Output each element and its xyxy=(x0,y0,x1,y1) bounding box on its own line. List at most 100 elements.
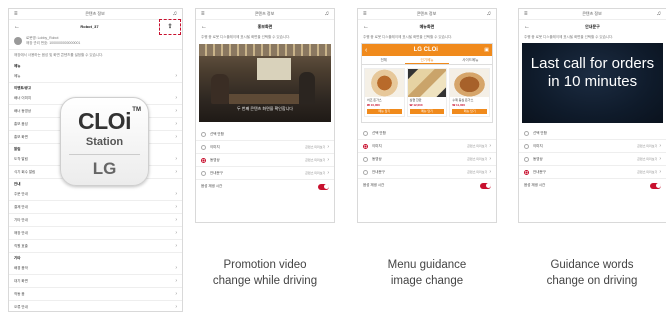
back-arrow-icon[interactable]: ← xyxy=(524,24,530,30)
back-arrow-icon[interactable]: ← xyxy=(363,24,369,30)
menu-icon[interactable]: ≡ xyxy=(363,11,367,17)
bell-icon[interactable]: ♫ xyxy=(173,11,178,17)
robot-avatar xyxy=(14,37,22,45)
radio-button[interactable] xyxy=(524,156,529,162)
person-left xyxy=(211,74,229,104)
list-item-label: 식기 회수 알림 xyxy=(14,169,36,174)
list-item[interactable]: 매장 안내 › xyxy=(9,227,182,240)
caption-menu-guidance: Menu guidance image change xyxy=(357,257,497,289)
list-item[interactable]: 대기 화면 › xyxy=(9,275,182,288)
info-text: 주행 중 로봇 디스플레이에 표시될 화면을 선택할 수 있습니다. xyxy=(201,35,291,39)
upload-button[interactable]: ⇪ xyxy=(158,18,181,35)
chevron-right-icon: › xyxy=(175,265,177,271)
caption-line: image change xyxy=(390,275,464,287)
bell-icon[interactable]: ♫ xyxy=(487,11,492,17)
option-row[interactable]: 안내문구 콘텐츠 미리보기 › xyxy=(196,167,334,180)
tab-side[interactable]: 사이드메뉴 xyxy=(449,56,492,64)
radio-button[interactable] xyxy=(363,156,368,162)
chevron-left-icon: ‹ xyxy=(365,46,368,54)
radio-button[interactable] xyxy=(363,169,368,175)
radio-button[interactable] xyxy=(201,144,206,150)
list-item[interactable]: 오류 안내 › xyxy=(9,301,182,311)
menu-icon[interactable]: ≡ xyxy=(201,11,205,17)
voice-toggle[interactable] xyxy=(480,182,491,189)
chevron-right-icon: › xyxy=(175,121,177,127)
option-row[interactable]: 선택 안함 xyxy=(519,127,666,140)
food-card[interactable]: 수제 등심 돈가스 ₩ 11,000 메뉴 담기 xyxy=(449,68,491,117)
list-item[interactable]: 배경 음악 › xyxy=(9,262,182,275)
radio-button-selected[interactable] xyxy=(524,169,529,175)
menu-tabs: 전체 인기메뉴 사이드메뉴 xyxy=(362,56,492,65)
option-label: 동영상 xyxy=(210,157,220,162)
robot-sub: 매장 관리 번호: 1000000000000001 xyxy=(26,41,81,45)
brand-name: CLOi xyxy=(78,108,131,134)
list-item[interactable]: 결제 안내 › xyxy=(9,201,182,214)
list-item[interactable]: 직원 호출 › xyxy=(9,240,182,253)
radio-button-selected[interactable] xyxy=(201,157,206,163)
tab-popular[interactable]: 인기메뉴 xyxy=(405,56,449,64)
add-menu-button[interactable]: 메뉴 담기 xyxy=(409,109,445,114)
radio-button[interactable] xyxy=(363,130,368,136)
radio-button[interactable] xyxy=(524,143,529,149)
voice-toggle[interactable] xyxy=(650,182,661,189)
menu-icon[interactable]: ≡ xyxy=(524,11,528,17)
bell-icon[interactable]: ♫ xyxy=(657,11,662,17)
option-row[interactable]: 안내문구 콘텐츠 미리보기 › xyxy=(519,166,666,179)
radio-button[interactable] xyxy=(201,170,206,176)
info-text: 주행 중 로봇 디스플레이에 표시될 화면을 선택할 수 있습니다. xyxy=(524,35,614,39)
menu-icon[interactable]: ≡ xyxy=(14,11,18,17)
menu-screen-preview[interactable]: ‹ LG CLOi ▣ 전체 인기메뉴 사이드메뉴 치즈 돈가스 ₩ 10,00… xyxy=(361,43,493,123)
trademark: TM xyxy=(132,107,141,113)
food-card[interactable]: 삼겹 한판 ₩ 12,000 메뉴 담기 xyxy=(406,68,448,117)
status-bar: ≡ 콘텐츠 정보 ♫ xyxy=(358,9,496,20)
option-value: 콘텐츠 미리보기 xyxy=(637,157,658,161)
option-row[interactable]: 안내문구 콘텐츠 미리보기 › xyxy=(358,166,496,179)
person-right xyxy=(299,72,315,104)
option-row[interactable]: 동영상 콘텐츠 미리보기 › xyxy=(358,153,496,166)
list-item[interactable]: 작동 음 › xyxy=(9,288,182,301)
list-item-label: 홍보 음성 xyxy=(14,121,28,126)
nav-title: 홍보화면 xyxy=(257,23,273,29)
radio-button[interactable] xyxy=(524,130,529,136)
add-menu-button[interactable]: 메뉴 담기 xyxy=(452,109,488,114)
voice-toggle[interactable] xyxy=(318,183,329,190)
nav-title: 메뉴화면 xyxy=(419,23,435,29)
radio-button-selected[interactable] xyxy=(363,143,368,149)
option-row[interactable]: 이미지 콘텐츠 미리보기 › xyxy=(196,141,334,154)
guidance-screen-preview[interactable]: Last call for orders in 10 minutes xyxy=(522,43,663,123)
option-value: 콘텐츠 미리보기 xyxy=(467,144,488,148)
back-arrow-icon[interactable]: ← xyxy=(201,24,207,30)
list-item[interactable]: 기타 안내 › xyxy=(9,214,182,227)
option-label: 선택 안함 xyxy=(372,130,386,135)
option-row[interactable]: 이미지 콘텐츠 미리보기 › xyxy=(519,140,666,153)
food-card[interactable]: 치즈 돈가스 ₩ 10,000 메뉴 담기 xyxy=(364,68,405,117)
list-item-label: 결제 안내 xyxy=(14,204,28,209)
status-title: 콘텐츠 정보 xyxy=(254,11,275,16)
option-value: 콘텐츠 미리보기 xyxy=(305,171,326,175)
radio-button[interactable] xyxy=(201,131,206,137)
add-menu-button[interactable]: 메뉴 담기 xyxy=(367,109,402,114)
back-arrow-icon[interactable]: ← xyxy=(14,24,20,30)
tab-all[interactable]: 전체 xyxy=(362,56,405,64)
promotion-video-preview[interactable]: 두 번째 콘텐츠 화면을 확인합니다 xyxy=(199,44,331,122)
option-row[interactable]: 선택 안함 xyxy=(358,127,496,140)
video-subtitle: 두 번째 콘텐츠 화면을 확인합니다 xyxy=(237,106,293,111)
option-row[interactable]: 이미지 콘텐츠 미리보기 › xyxy=(358,140,496,153)
option-row[interactable]: 동영상 콘텐츠 미리보기 › xyxy=(196,154,334,167)
guidance-line-1: Last call for orders xyxy=(530,55,655,72)
phone-menu-guidance: ≡ 콘텐츠 정보 ♫ ← 메뉴화면 주행 중 로봇 디스플레이에 표시될 화면을… xyxy=(357,8,497,223)
ceiling-lights xyxy=(199,44,331,56)
nav-bar: ← 홍보화면 xyxy=(196,20,334,33)
chevron-right-icon: › xyxy=(489,169,491,175)
food-image-tonkatsu xyxy=(365,69,404,97)
bell-icon[interactable]: ♫ xyxy=(325,11,330,17)
list-item-label: 기타 안내 xyxy=(14,217,28,222)
chevron-right-icon: › xyxy=(659,143,661,149)
list-item[interactable]: 메뉴 › xyxy=(9,70,182,83)
option-label: 동영상 xyxy=(372,156,382,161)
option-row[interactable]: 선택 안함 xyxy=(196,128,334,141)
chevron-right-icon: › xyxy=(327,144,329,150)
list-item[interactable]: 주문 안내 › xyxy=(9,188,182,201)
option-row[interactable]: 동영상 콘텐츠 미리보기 › xyxy=(519,153,666,166)
toggle-label: 음성 재생 시간 xyxy=(201,184,223,188)
